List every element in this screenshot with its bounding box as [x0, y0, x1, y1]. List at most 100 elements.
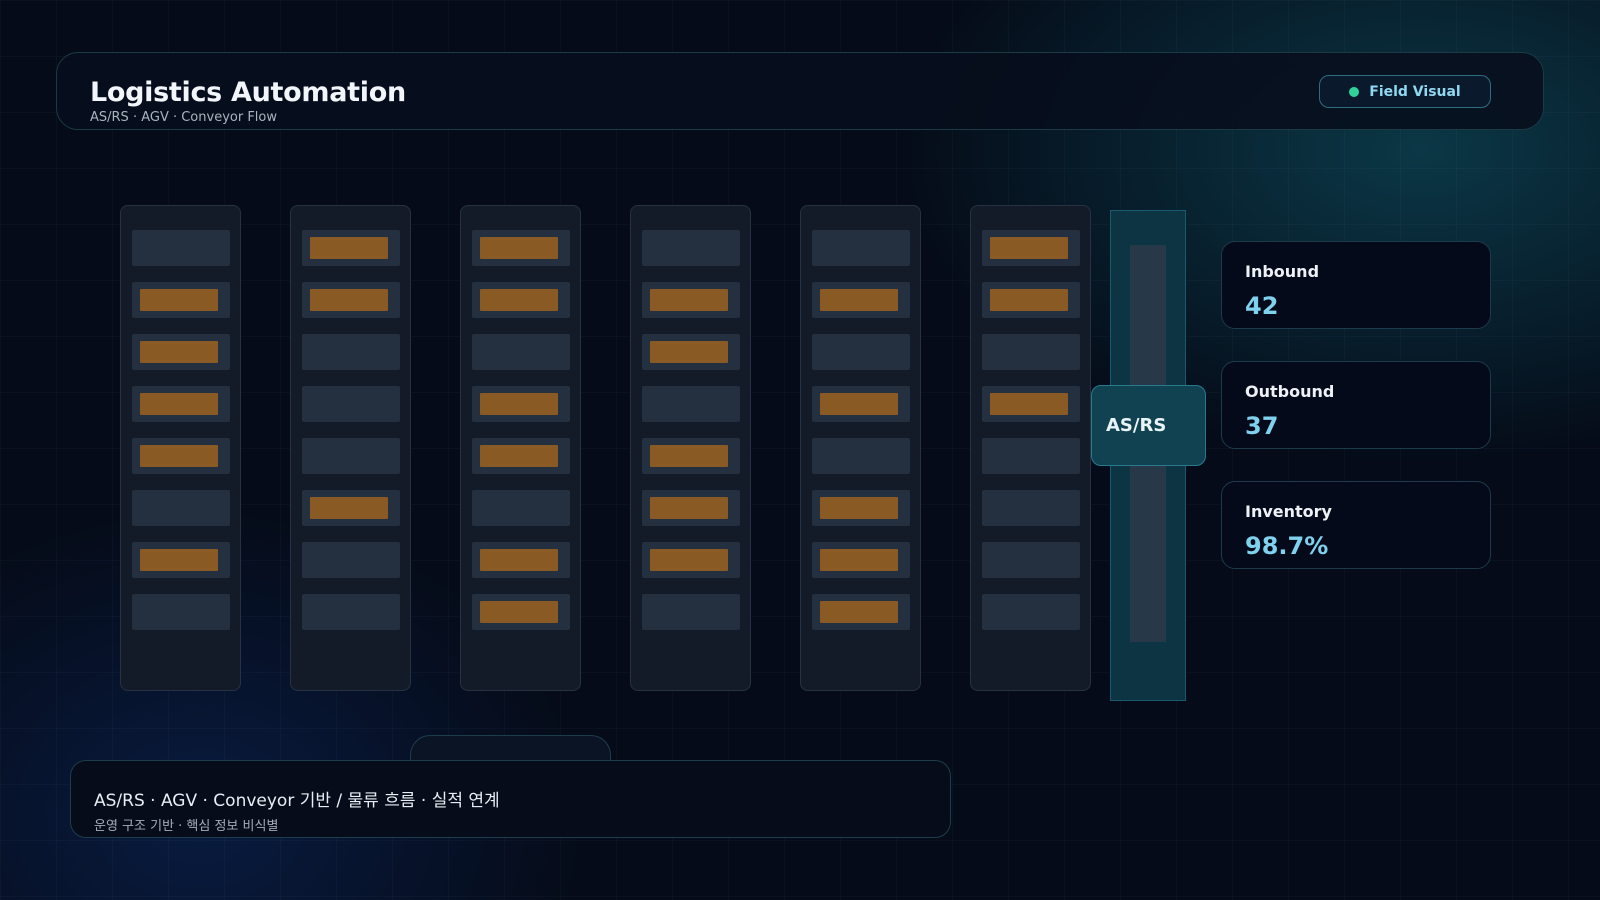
rack-slot-filled	[982, 386, 1080, 422]
rack-slot-filled	[642, 334, 740, 370]
rack-slot-empty	[812, 438, 910, 474]
field-visual-button[interactable]: Field Visual	[1319, 75, 1491, 108]
stat-card-inventory: Inventory 98.7%	[1221, 481, 1491, 569]
status-dot-icon	[1349, 86, 1360, 97]
pallet-box	[990, 289, 1068, 311]
rack-slot-empty	[812, 334, 910, 370]
rack-slot-filled	[132, 282, 230, 318]
pallet-box	[650, 341, 728, 363]
rack-5	[800, 205, 921, 691]
rack-slot-filled	[812, 282, 910, 318]
asrs-carriage[interactable]: AS/RS	[1091, 385, 1206, 466]
rack-6	[970, 205, 1091, 691]
pallet-box	[310, 237, 388, 259]
rack-slot-empty	[812, 230, 910, 266]
rack-slot-empty	[132, 230, 230, 266]
rack-slot-filled	[132, 438, 230, 474]
rack-slot-empty	[982, 490, 1080, 526]
rack-slot-empty	[302, 542, 400, 578]
rack-slot-filled	[472, 282, 570, 318]
footer-sub-text: 운영 구조 기반 · 핵심 정보 비식별	[94, 819, 279, 834]
header-panel: Logistics Automation AS/RS · AGV · Conve…	[56, 52, 1544, 130]
rack-slot-filled	[812, 594, 910, 630]
pallet-box	[820, 289, 898, 311]
stat-label: Inventory	[1245, 502, 1332, 521]
pallet-box	[820, 393, 898, 415]
pallet-box	[480, 237, 558, 259]
rack-slot-filled	[132, 386, 230, 422]
pallet-box	[480, 393, 558, 415]
rack-slot-empty	[642, 230, 740, 266]
stat-label: Outbound	[1245, 382, 1335, 401]
rack-slot-empty	[472, 490, 570, 526]
rack-slot-empty	[642, 386, 740, 422]
rack-slot-empty	[302, 386, 400, 422]
rack-2	[290, 205, 411, 691]
rack-slot-empty	[982, 542, 1080, 578]
rack-slot-empty	[982, 438, 1080, 474]
stat-label: Inbound	[1245, 262, 1320, 281]
rack-slot-empty	[982, 594, 1080, 630]
rack-slot-filled	[982, 230, 1080, 266]
rack-slot-empty	[132, 594, 230, 630]
rack-slot-filled	[812, 542, 910, 578]
stat-card-inbound: Inbound 42	[1221, 241, 1491, 329]
rack-slot-filled	[302, 230, 400, 266]
pallet-box	[310, 289, 388, 311]
stat-value: 98.7%	[1245, 532, 1329, 560]
pallet-box	[990, 393, 1068, 415]
rack-slot-empty	[302, 438, 400, 474]
page-subtitle: AS/RS · AGV · Conveyor Flow	[90, 110, 277, 125]
rack-slot-empty	[302, 594, 400, 630]
pallet-box	[820, 601, 898, 623]
rack-slot-filled	[812, 490, 910, 526]
pallet-box	[140, 341, 218, 363]
rack-slot-filled	[642, 542, 740, 578]
pallet-box	[650, 289, 728, 311]
rack-slot-filled	[642, 490, 740, 526]
footer-panel: AS/RS · AGV · Conveyor 기반 / 물류 흐름 · 실적 연…	[70, 760, 951, 838]
rack-slot-empty	[982, 334, 1080, 370]
rack-slot-filled	[472, 386, 570, 422]
rack-slot-filled	[472, 542, 570, 578]
pallet-box	[650, 445, 728, 467]
footer-main-text: AS/RS · AGV · Conveyor 기반 / 물류 흐름 · 실적 연…	[94, 791, 500, 811]
pallet-box	[140, 393, 218, 415]
pallet-box	[650, 497, 728, 519]
rack-3	[460, 205, 581, 691]
pallet-box	[820, 549, 898, 571]
rack-slot-filled	[302, 282, 400, 318]
pallet-box	[480, 601, 558, 623]
rack-slot-filled	[472, 594, 570, 630]
rack-slot-filled	[642, 438, 740, 474]
rack-slot-filled	[982, 282, 1080, 318]
pallet-box	[480, 445, 558, 467]
rack-slot-filled	[302, 490, 400, 526]
rack-slot-filled	[812, 386, 910, 422]
stat-value: 42	[1245, 292, 1279, 320]
stat-value: 37	[1245, 412, 1279, 440]
pallet-box	[310, 497, 388, 519]
rack-4	[630, 205, 751, 691]
rack-slot-filled	[472, 230, 570, 266]
pallet-box	[480, 549, 558, 571]
pallet-box	[140, 445, 218, 467]
rack-slot-filled	[132, 334, 230, 370]
rack-slot-filled	[132, 542, 230, 578]
pallet-box	[820, 497, 898, 519]
pallet-box	[480, 289, 558, 311]
stat-card-outbound: Outbound 37	[1221, 361, 1491, 449]
rack-slot-empty	[302, 334, 400, 370]
pallet-box	[990, 237, 1068, 259]
rack-slot-empty	[642, 594, 740, 630]
pallet-box	[140, 549, 218, 571]
page-title: Logistics Automation	[90, 77, 406, 108]
pallet-box	[650, 549, 728, 571]
rack-slot-empty	[472, 334, 570, 370]
pallet-box	[140, 289, 218, 311]
field-visual-label: Field Visual	[1369, 83, 1461, 100]
rack-slot-filled	[642, 282, 740, 318]
rack-1	[120, 205, 241, 691]
rack-slot-empty	[132, 490, 230, 526]
rack-slot-filled	[472, 438, 570, 474]
